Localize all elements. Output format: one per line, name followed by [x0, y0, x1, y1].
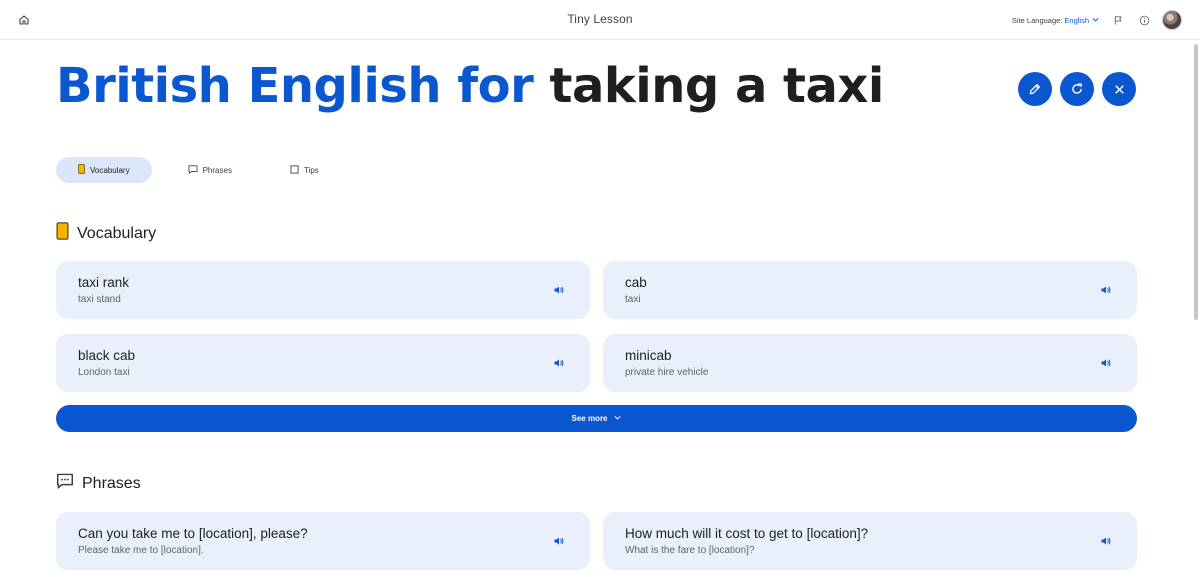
title-topic: taking a taxi	[549, 58, 885, 114]
close-icon	[1114, 84, 1124, 94]
title-highlight: British English for	[56, 58, 534, 114]
vocab-card: cab taxi	[603, 261, 1137, 319]
refresh-button[interactable]	[1060, 72, 1094, 106]
chevron-down-icon	[1091, 15, 1100, 26]
tab-phrases[interactable]: Phrases	[166, 157, 254, 183]
phrase-text: How much will it cost to get to [locatio…	[625, 526, 869, 541]
vocabulary-heading: Vocabulary	[56, 222, 156, 245]
square-icon	[290, 164, 299, 176]
chat-icon	[188, 164, 198, 176]
refresh-icon	[1072, 83, 1082, 94]
site-language-selector[interactable]: Site Language: English	[1012, 15, 1100, 26]
vocab-translation: London taxi	[78, 367, 130, 378]
lesson-actions	[1018, 72, 1136, 106]
edit-button[interactable]	[1018, 72, 1052, 106]
pencil-icon	[1029, 83, 1041, 95]
tab-label: Tips	[303, 165, 319, 175]
flag-icon[interactable]	[1110, 12, 1126, 28]
phrase-card: How much will it cost to get to [locatio…	[603, 512, 1137, 570]
see-more-label: See more	[571, 414, 608, 423]
chevron-down-icon	[613, 413, 622, 424]
tab-label: Vocabulary	[90, 165, 130, 175]
avatar[interactable]	[1162, 10, 1182, 30]
info-icon[interactable]	[1136, 12, 1152, 28]
close-button[interactable]	[1102, 72, 1136, 106]
vocab-translation: taxi stand	[78, 294, 121, 305]
top-right-controls: Site Language: English	[1012, 9, 1182, 31]
speaker-icon[interactable]	[552, 356, 566, 370]
page-title: British English for taking a taxi	[56, 58, 884, 114]
book-icon	[78, 164, 85, 176]
vocab-term: minicab	[625, 348, 672, 363]
chat-icon	[56, 473, 74, 494]
site-language-value: English	[1064, 15, 1089, 25]
phrases-heading: Phrases	[56, 473, 141, 494]
vocab-term: cab	[625, 275, 647, 290]
phrase-translation: Please take me to [location].	[78, 545, 204, 556]
speaker-icon[interactable]	[1099, 283, 1113, 297]
vocab-term: black cab	[78, 348, 136, 363]
vocab-translation: private hire vehicle	[625, 367, 709, 378]
speaker-icon[interactable]	[552, 534, 566, 548]
vocab-translation: taxi	[625, 294, 641, 305]
vocab-term: taxi rank	[78, 275, 130, 290]
section-title: Vocabulary	[77, 224, 157, 242]
see-more-button[interactable]: See more	[56, 405, 1137, 432]
vocab-card: taxi rank taxi stand	[56, 261, 590, 319]
tab-label: Phrases	[202, 165, 232, 175]
site-language-label: Site Language:	[1011, 15, 1063, 25]
speaker-icon[interactable]	[552, 283, 566, 297]
section-tabs: Vocabulary Phrases Tips	[56, 157, 341, 183]
tab-tips[interactable]: Tips	[268, 157, 341, 183]
vocab-card: minicab private hire vehicle	[603, 334, 1137, 392]
phrase-text: Can you take me to [location], please?	[78, 526, 308, 541]
section-title: Phrases	[82, 474, 141, 492]
page-scrollbar[interactable]	[1194, 44, 1198, 320]
speaker-icon[interactable]	[1099, 534, 1113, 548]
phrase-card: Can you take me to [location], please? P…	[56, 512, 590, 570]
book-icon	[56, 222, 69, 245]
speaker-icon[interactable]	[1099, 356, 1113, 370]
phrase-translation: What is the fare to [location]?	[625, 545, 755, 556]
tab-vocabulary[interactable]: Vocabulary	[56, 157, 152, 183]
top-bar: Tiny Lesson Site Language: English	[0, 0, 1200, 40]
vocab-card: black cab London taxi	[56, 334, 590, 392]
